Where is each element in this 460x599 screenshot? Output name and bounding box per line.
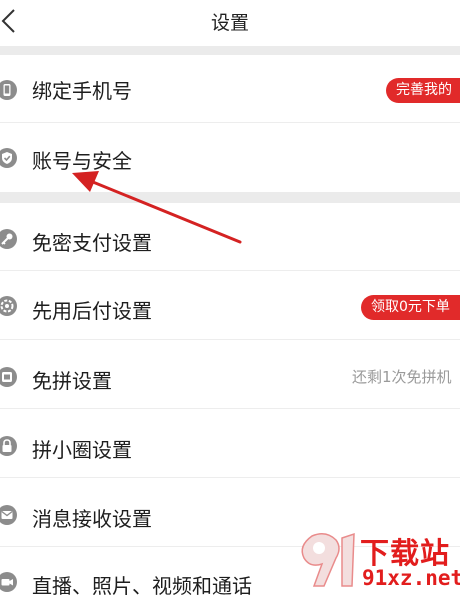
key-icon: [0, 229, 17, 249]
settings-item-label: 账号与安全: [32, 149, 132, 173]
settings-item-label: 拼小圈设置: [32, 438, 132, 462]
lock-icon: [0, 436, 17, 456]
remaining-times-hint: 还剩1次免拼机: [352, 368, 452, 386]
section-divider: [0, 192, 460, 203]
settings-item-skip-group[interactable]: 免拼设置 还剩1次免拼机: [0, 341, 460, 409]
complete-profile-badge[interactable]: 完善我的: [386, 78, 460, 103]
mail-icon: [0, 505, 17, 525]
section-divider: [0, 46, 460, 55]
settings-item-label: 先用后付设置: [32, 299, 152, 323]
settings-item-account-security[interactable]: 账号与安全: [0, 124, 460, 192]
phone-icon: [0, 80, 17, 100]
page-title: 设置: [210, 12, 249, 34]
watermark-logo: [301, 532, 355, 587]
settings-item-label: 消息接收设置: [32, 507, 152, 531]
settings-item-label: 绑定手机号: [32, 79, 132, 103]
zero-yuan-order-badge[interactable]: 领取0元下单: [361, 295, 460, 320]
gear-badge-icon: [0, 296, 17, 316]
shield-icon: [0, 148, 17, 168]
settings-item-bind-phone[interactable]: 绑定手机号 完善我的: [0, 55, 460, 123]
card-icon: [0, 367, 17, 387]
settings-item-pay-later[interactable]: 先用后付设置 领取0元下单: [0, 272, 460, 340]
settings-item-pin-circle[interactable]: 拼小圈设置: [0, 410, 460, 478]
site-watermark: 下载站 91xz.net: [292, 528, 460, 595]
camera-icon: [0, 572, 17, 592]
settings-item-label: 免拼设置: [32, 369, 112, 393]
watermark-url: 91xz.net: [362, 566, 460, 590]
settings-item-label: 免密支付设置: [32, 231, 152, 255]
header-bar: 设置: [0, 0, 460, 46]
settings-item-password-free-pay[interactable]: 免密支付设置: [0, 203, 460, 271]
